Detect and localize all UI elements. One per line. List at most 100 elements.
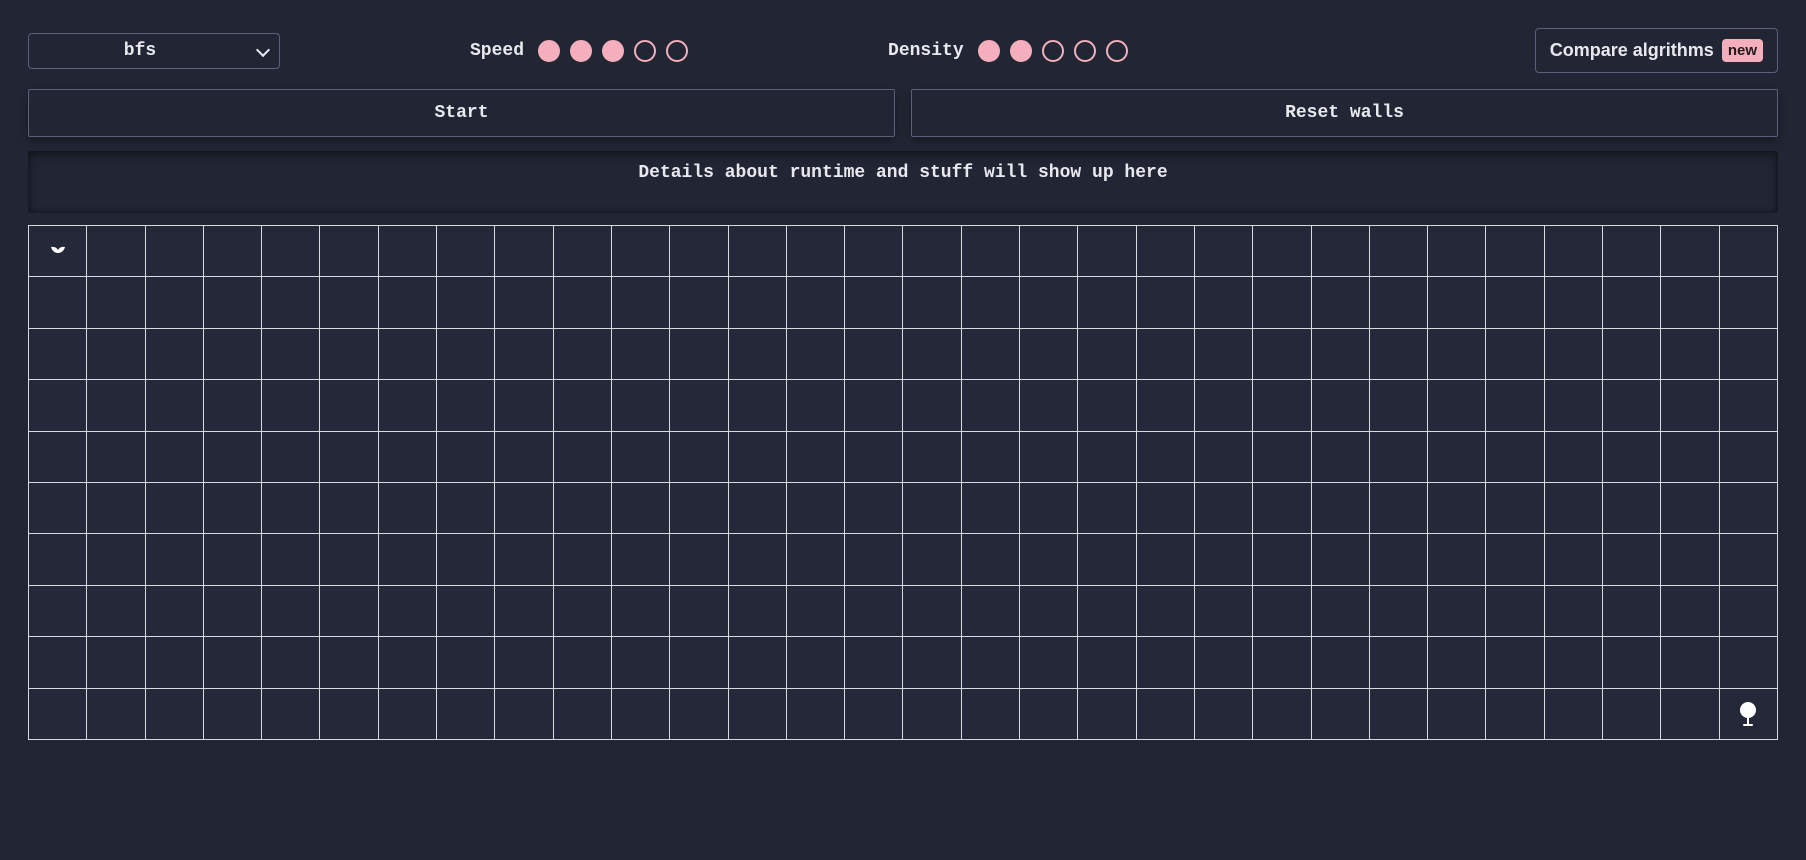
grid-cell[interactable]: [962, 483, 1019, 533]
grid-cell[interactable]: [320, 329, 377, 379]
grid-cell[interactable]: [612, 432, 669, 482]
grid-cell[interactable]: [320, 483, 377, 533]
grid-cell[interactable]: [903, 534, 960, 584]
grid-cell[interactable]: [787, 380, 844, 430]
grid-cell[interactable]: [962, 534, 1019, 584]
grid-cell[interactable]: [437, 689, 494, 739]
grid-cell[interactable]: [670, 432, 727, 482]
grid-cell[interactable]: [1020, 637, 1077, 687]
grid-cell[interactable]: [554, 380, 611, 430]
grid-cell[interactable]: [1486, 483, 1543, 533]
grid-cell[interactable]: [437, 534, 494, 584]
grid-cell[interactable]: [437, 226, 494, 276]
grid-cell[interactable]: [612, 689, 669, 739]
pathfinding-grid[interactable]: [28, 225, 1778, 740]
grid-cell[interactable]: [146, 689, 203, 739]
grid-cell[interactable]: [1486, 329, 1543, 379]
reset-walls-button[interactable]: Reset walls: [911, 89, 1778, 137]
grid-cell[interactable]: [1137, 483, 1194, 533]
grid-cell[interactable]: [1428, 277, 1485, 327]
grid-cell[interactable]: [612, 329, 669, 379]
grid-cell[interactable]: [845, 226, 902, 276]
grid-cell[interactable]: [670, 586, 727, 636]
grid-cell[interactable]: [1020, 534, 1077, 584]
grid-cell[interactable]: [1545, 432, 1602, 482]
grid-cell[interactable]: [903, 226, 960, 276]
grid-cell[interactable]: [1486, 586, 1543, 636]
grid-cell[interactable]: [612, 226, 669, 276]
grid-cell[interactable]: [729, 534, 786, 584]
grid-cell[interactable]: [1078, 226, 1135, 276]
grid-cell[interactable]: [1195, 586, 1252, 636]
grid-cell[interactable]: [1603, 329, 1660, 379]
grid-cell[interactable]: [87, 689, 144, 739]
grid-cell[interactable]: [1603, 534, 1660, 584]
grid-cell[interactable]: [495, 380, 552, 430]
grid-cell[interactable]: [1137, 380, 1194, 430]
grid-cell[interactable]: [1020, 483, 1077, 533]
grid-cell[interactable]: [554, 226, 611, 276]
grid-cell[interactable]: [1312, 277, 1369, 327]
grid-cell[interactable]: [379, 226, 436, 276]
grid-cell[interactable]: [437, 432, 494, 482]
grid-cell[interactable]: [437, 586, 494, 636]
grid-cell[interactable]: [1720, 329, 1777, 379]
grid-cell[interactable]: [903, 483, 960, 533]
grid-cell[interactable]: [1312, 483, 1369, 533]
grid-cell[interactable]: [1312, 637, 1369, 687]
grid-cell[interactable]: [729, 483, 786, 533]
grid-cell[interactable]: [29, 329, 86, 379]
grid-cell[interactable]: [554, 432, 611, 482]
grid-cell[interactable]: [1486, 277, 1543, 327]
grid-cell[interactable]: [146, 586, 203, 636]
grid-cell[interactable]: [1428, 432, 1485, 482]
grid-cell[interactable]: [87, 483, 144, 533]
speed-dot[interactable]: [666, 40, 688, 62]
grid-cell[interactable]: [1020, 277, 1077, 327]
grid-cell[interactable]: [1253, 226, 1310, 276]
grid-cell[interactable]: [495, 432, 552, 482]
grid-cell[interactable]: [670, 329, 727, 379]
grid-cell[interactable]: [1137, 689, 1194, 739]
grid-cell[interactable]: [670, 277, 727, 327]
grid-cell[interactable]: [1603, 586, 1660, 636]
grid-cell[interactable]: [320, 277, 377, 327]
grid-cell[interactable]: [262, 277, 319, 327]
grid-cell[interactable]: [204, 432, 261, 482]
grid-cell[interactable]: [1661, 432, 1718, 482]
grid-cell[interactable]: [204, 483, 261, 533]
grid-cell[interactable]: [379, 483, 436, 533]
grid-cell[interactable]: [1137, 534, 1194, 584]
grid-cell[interactable]: [1195, 534, 1252, 584]
grid-cell[interactable]: [1486, 637, 1543, 687]
grid-cell[interactable]: [1486, 689, 1543, 739]
grid-cell[interactable]: [146, 432, 203, 482]
grid-cell[interactable]: [1486, 380, 1543, 430]
grid-cell[interactable]: [787, 689, 844, 739]
grid-cell[interactable]: [1545, 329, 1602, 379]
grid-cell[interactable]: [1370, 637, 1427, 687]
grid-cell[interactable]: [1312, 226, 1369, 276]
grid-cell[interactable]: [962, 586, 1019, 636]
grid-cell[interactable]: [1078, 586, 1135, 636]
grid-cell[interactable]: [204, 586, 261, 636]
grid-cell[interactable]: [962, 689, 1019, 739]
grid-cell[interactable]: [1603, 483, 1660, 533]
grid-cell[interactable]: [495, 689, 552, 739]
grid-cell[interactable]: [1428, 637, 1485, 687]
grid-cell[interactable]: [903, 689, 960, 739]
grid-cell[interactable]: [1603, 226, 1660, 276]
density-dot[interactable]: [1010, 40, 1032, 62]
grid-cell[interactable]: [1661, 483, 1718, 533]
grid-cell[interactable]: [903, 637, 960, 687]
grid-cell[interactable]: [670, 380, 727, 430]
grid-cell[interactable]: [29, 534, 86, 584]
grid-cell[interactable]: [379, 329, 436, 379]
grid-cell[interactable]: [845, 380, 902, 430]
grid-cell[interactable]: [670, 226, 727, 276]
grid-cell[interactable]: [1078, 380, 1135, 430]
grid-cell[interactable]: [204, 226, 261, 276]
grid-cell[interactable]: [612, 380, 669, 430]
grid-cell[interactable]: [87, 277, 144, 327]
speed-dot[interactable]: [570, 40, 592, 62]
